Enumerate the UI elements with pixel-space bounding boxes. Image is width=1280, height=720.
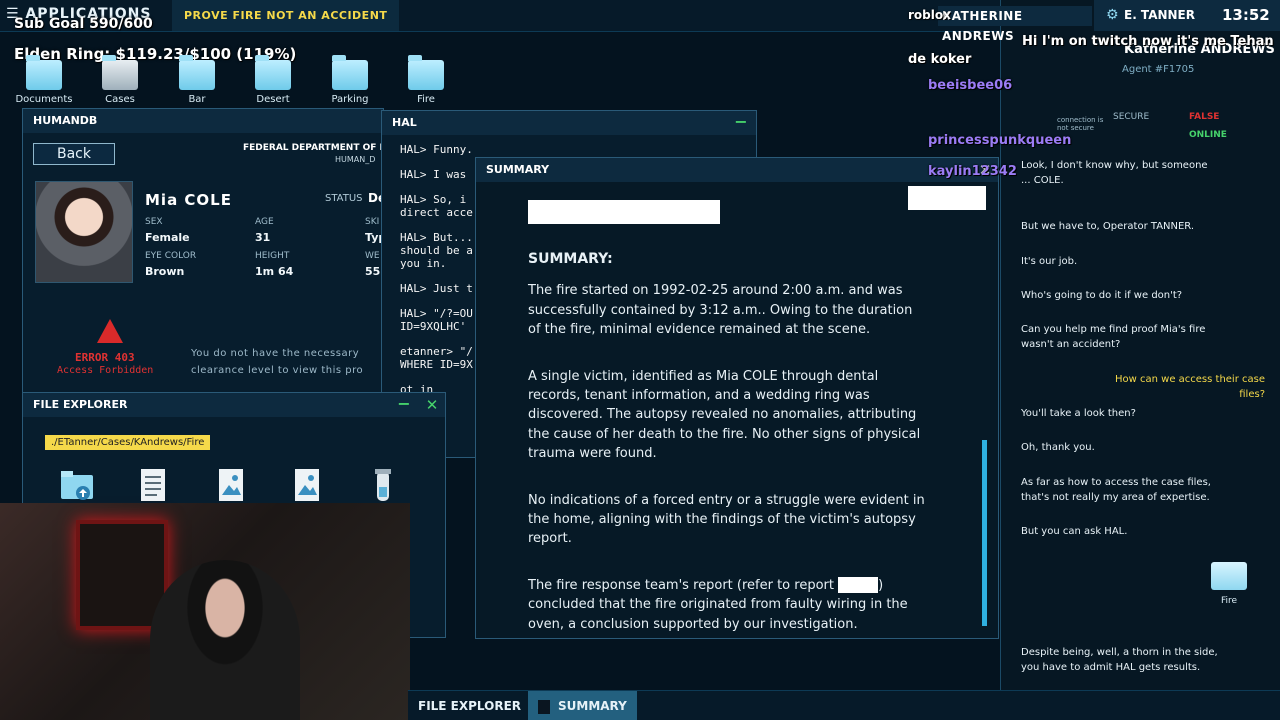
- stream-chat-user: princesspunkqueen: [928, 133, 1072, 148]
- skin-label: SKI: [365, 217, 380, 227]
- stream-chat-line: roblox: [908, 8, 951, 22]
- chat-message: Who's going to do it if we don't?: [1021, 290, 1183, 301]
- file-explorer-title: FILE EXPLORER: [23, 393, 445, 417]
- mission-objective: PROVE FIRE NOT AN ACCIDENT: [172, 0, 400, 31]
- desktop-icon-parking[interactable]: Parking: [320, 55, 380, 105]
- error-code: ERROR 403: [75, 351, 135, 364]
- folder-icon: [179, 55, 215, 90]
- summary-paragraph: The fire response team's report (refer t…: [528, 576, 928, 634]
- folder-icon: [408, 55, 444, 90]
- height-value: 1m 64: [255, 265, 294, 278]
- chat-message: Despite being, well, a thorn in the side…: [1021, 647, 1218, 673]
- chat-message: But we have to, Operator TANNER.: [1021, 221, 1195, 232]
- report-text-start: The fire response team's report (refer t…: [528, 577, 839, 593]
- chat-panel: SECURE FALSE ONLINE connection is not se…: [1000, 0, 1280, 690]
- secure-label: SECURE: [1113, 112, 1150, 122]
- chat-message: You'll take a look then?: [1021, 408, 1136, 419]
- minimize-button[interactable]: −: [732, 111, 750, 135]
- warning-icon: [97, 319, 123, 343]
- permission-message: You do not have the necessary clearance …: [191, 348, 364, 376]
- desktop-icon-desert[interactable]: Desert: [243, 55, 303, 105]
- image-icon[interactable]: [289, 467, 325, 503]
- age-label: AGE: [255, 217, 274, 227]
- eye-color-value: Brown: [145, 265, 185, 278]
- chat-message: Oh, thank you.: [1021, 442, 1095, 453]
- age-value: 31: [255, 231, 271, 244]
- desktop-icon-bar[interactable]: Bar: [167, 55, 227, 105]
- cabinet-icon: [102, 55, 138, 90]
- fire-folder-shortcut[interactable]: Fire: [1209, 562, 1249, 606]
- summary-window: SUMMARY ✕ SUMMARY: The fire started on 1…: [475, 157, 999, 639]
- secure-value: FALSE: [1189, 112, 1220, 122]
- online-status: ONLINE: [1189, 130, 1227, 140]
- department-header: FEDERAL DEPARTMENT OF INT: [243, 143, 397, 153]
- hal-line: HAL> Funny.: [400, 143, 473, 156]
- sex-value: Female: [145, 231, 190, 244]
- height-label: HEIGHT: [255, 251, 290, 261]
- chat-message: Look, I don't know why, but someone ... …: [1021, 160, 1208, 186]
- folder-upload-icon[interactable]: [59, 467, 95, 503]
- taskbar-file-explorer[interactable]: FILE EXPLORER: [408, 691, 531, 720]
- contact-tab-katherine[interactable]: KATHERINE ANDREWS: [938, 6, 1092, 43]
- back-button[interactable]: Back: [33, 143, 115, 165]
- department-subheader: HUMAN_D: [335, 155, 376, 164]
- summary-paragraph: A single victim, identified as Mia COLE …: [528, 368, 921, 462]
- stream-chat-line: de koker: [908, 52, 972, 67]
- taskbar-summary[interactable]: SUMMARY: [528, 691, 637, 720]
- hal-title: HAL: [382, 111, 756, 135]
- profile-photo: [35, 181, 133, 283]
- summary-paragraph: No indications of a forced entry or a st…: [528, 492, 925, 547]
- humandb-title: HUMANDB: [23, 109, 383, 133]
- weight-label: WE: [365, 251, 380, 261]
- document-icon: [538, 699, 550, 714]
- error-text: Access Forbidden: [57, 365, 154, 376]
- redacted-block: [908, 186, 986, 210]
- redacted-block: [528, 200, 720, 224]
- vial-icon[interactable]: [365, 467, 401, 503]
- folder-icon: [332, 55, 368, 90]
- chat-message: Can you help me find proof Mia's fire wa…: [1021, 324, 1206, 350]
- minimize-button[interactable]: −: [395, 393, 413, 417]
- document-icon[interactable]: [135, 467, 171, 503]
- summary-paragraph: The fire started on 1992-02-25 around 2:…: [528, 283, 913, 338]
- agent-id: Agent #F1705: [1122, 64, 1195, 75]
- desktop-icon-fire[interactable]: Fire: [396, 55, 456, 105]
- summary-title: SUMMARY: [476, 158, 998, 182]
- clock: 13:52: [1222, 6, 1270, 24]
- stream-chat-line: Hi I'm on twitch now it's me Tehan: [1022, 34, 1274, 49]
- folder-icon: [26, 55, 62, 90]
- eye-color-label: EYE COLOR: [145, 251, 197, 261]
- connection-note: connection is not secure: [1057, 116, 1104, 132]
- scrollbar[interactable]: [982, 440, 987, 626]
- summary-heading: SUMMARY:: [528, 251, 613, 267]
- person-name: Mia COLE: [145, 191, 232, 209]
- close-button[interactable]: ✕: [423, 393, 441, 417]
- chat-message-sent: How can we access their case files?: [1115, 374, 1265, 400]
- chat-message: It's our job.: [1021, 256, 1078, 267]
- gear-icon: ⚙: [1106, 7, 1119, 23]
- sub-goal-overlay: Sub Goal 590/600: [14, 16, 153, 32]
- chat-message: But you can ask HAL.: [1021, 526, 1128, 537]
- user-name: E. TANNER: [1124, 8, 1195, 22]
- status-label: STATUS: [325, 193, 363, 204]
- chat-message: As far as how to access the case files, …: [1021, 477, 1211, 503]
- taskbar: FILE EXPLORER SUMMARY: [408, 690, 1280, 720]
- desktop-icon-documents[interactable]: Documents: [14, 55, 74, 105]
- humandb-window: HUMANDB Back FEDERAL DEPARTMENT OF INT H…: [22, 108, 397, 398]
- desktop-icon-cases[interactable]: Cases: [90, 55, 150, 105]
- image-icon[interactable]: [213, 467, 249, 503]
- streamer: [150, 560, 300, 720]
- folder-icon: [255, 55, 291, 90]
- summary-content: SUMMARY: The fire started on 1992-02-25 …: [528, 250, 928, 661]
- stream-chat-user: kaylin12342: [928, 164, 1017, 179]
- sex-label: SEX: [145, 217, 163, 227]
- folder-icon: [1211, 562, 1247, 590]
- redacted-report-id: [838, 577, 879, 594]
- path-bar[interactable]: ./ETanner/Cases/KAndrews/Fire: [45, 435, 211, 450]
- stream-chat-user: beeisbee06: [928, 78, 1013, 93]
